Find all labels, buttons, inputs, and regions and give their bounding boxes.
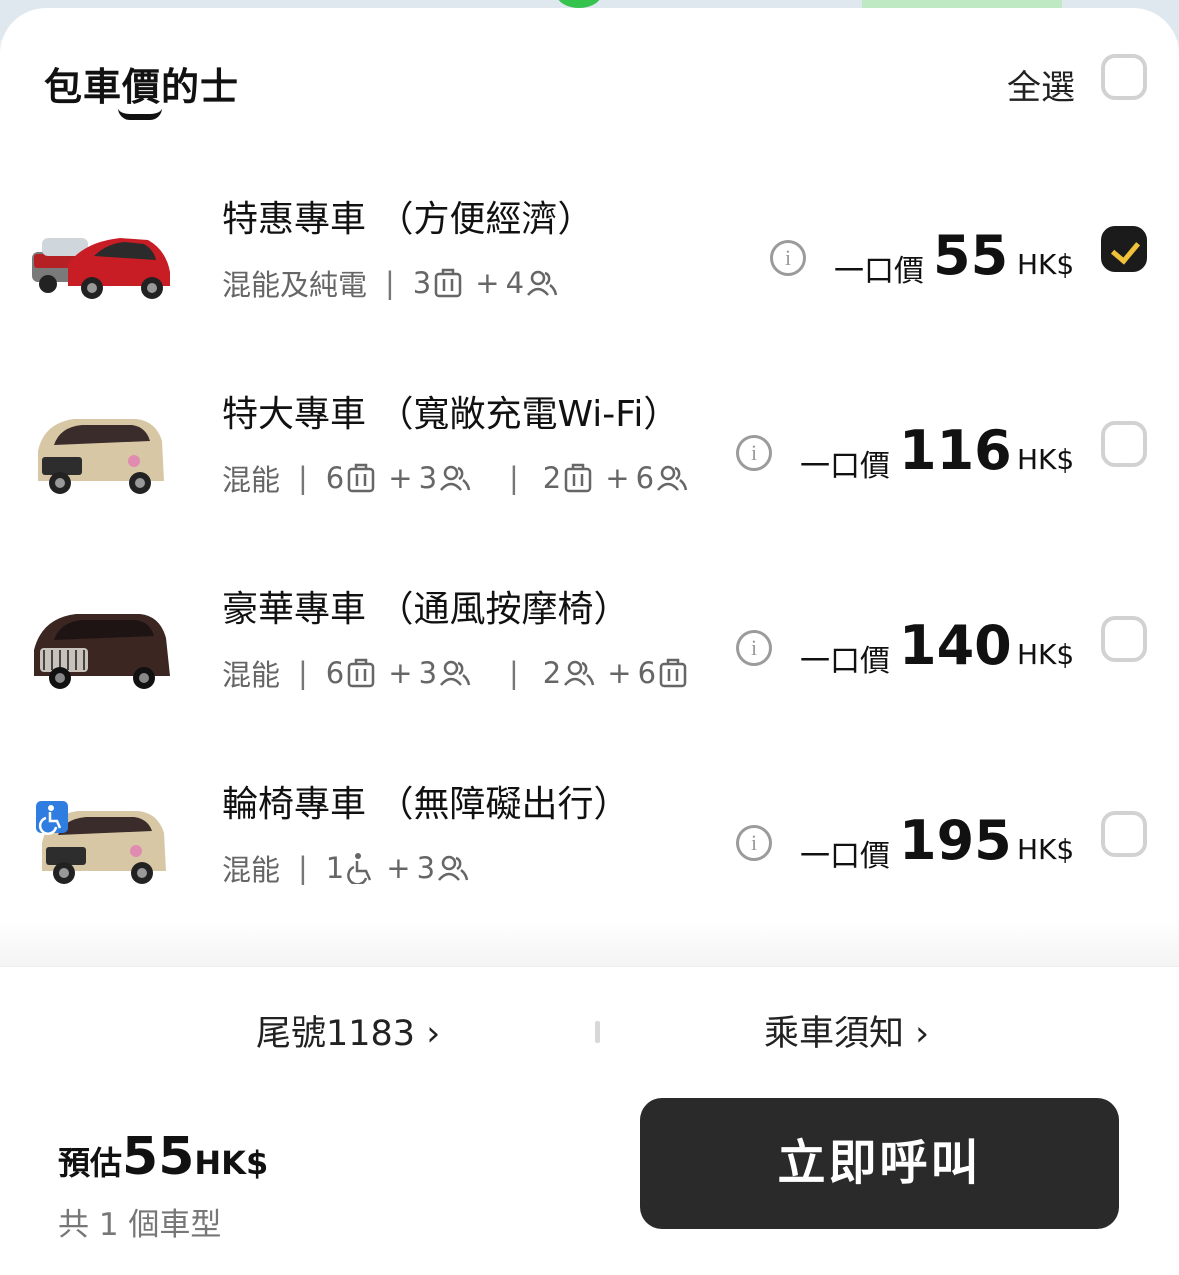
spec-divider: |: [385, 266, 395, 300]
info-icon[interactable]: i: [736, 630, 772, 666]
vehicle-row-economy[interactable]: 特惠專車 （方便經濟） 混能及純電 | 3 + 4 i 一口價 55 HK$: [0, 166, 1179, 356]
vehicle-specs: 混能 | 6 + 3 | 2 + 6: [222, 457, 690, 499]
price-value: 116: [899, 419, 1012, 482]
info-icon[interactable]: i: [770, 240, 806, 276]
power-type: 混能: [222, 853, 281, 887]
map-marker: [556, 0, 602, 8]
select-all-checkbox[interactable]: [1101, 54, 1147, 100]
passengers-icon: [527, 270, 558, 296]
luggage-icon: [348, 658, 375, 688]
estimate-value: 55: [122, 1127, 195, 1187]
vehicle-specs: 混能 | 1 + 3: [222, 847, 471, 889]
price-currency: HK$: [1017, 833, 1075, 866]
plus-sign: +: [388, 461, 413, 495]
luxury-van-image: [34, 614, 170, 689]
price-currency: HK$: [1017, 248, 1075, 281]
fare-estimate: 預估55HK$: [58, 1127, 268, 1187]
luggage-count: 3: [412, 266, 432, 300]
price-value: 140: [899, 614, 1012, 677]
spec-divider: |: [509, 461, 519, 495]
power-type: 混能: [222, 463, 281, 497]
passenger-count: 3: [418, 461, 438, 495]
vehicle-row-wheelchair[interactable]: 輪椅專車 （無障礙出行） 混能 | 1 + 3 i 一口價 195 HK$: [0, 751, 1179, 941]
spec-divider: |: [298, 851, 308, 885]
passenger-count: 3: [416, 851, 436, 885]
spec-divider: |: [298, 656, 308, 690]
selected-vehicle-count: 共 1 個車型: [58, 1207, 222, 1243]
passenger-count: 3: [418, 656, 438, 690]
passengers-icon: [564, 660, 595, 686]
vehicle-checkbox[interactable]: [1101, 421, 1147, 467]
luggage-icon: [435, 268, 462, 298]
ride-notice-link[interactable]: 乘車須知 ›: [764, 1005, 929, 1056]
plate-number-link[interactable]: 尾號1183 ›: [256, 1005, 440, 1056]
taxi-car-image: [32, 238, 170, 299]
plus-sign: +: [475, 266, 500, 300]
estimate-label: 預估: [58, 1144, 123, 1182]
vehicle-specs: 混能及純電 | 3 + 4: [222, 262, 560, 304]
luggage-icon: [659, 658, 687, 688]
price-currency: HK$: [1017, 638, 1075, 671]
call-now-button[interactable]: 立即呼叫: [640, 1098, 1119, 1229]
spec-divider: |: [298, 461, 308, 495]
vehicle-title: 特惠專車 （方便經濟）: [222, 199, 594, 240]
passengers-icon: [440, 660, 471, 686]
passengers-icon: [438, 855, 469, 881]
luggage-count-alt: 6: [637, 656, 657, 690]
luggage-count: 6: [325, 461, 345, 495]
select-all-label[interactable]: 全選: [1007, 60, 1075, 109]
price-value: 195: [899, 809, 1012, 872]
luggage-count-alt: 2: [542, 461, 562, 495]
booking-footer: 尾號1183 › 乘車須知 › 預估55HK$ 共 1 個車型 立即呼叫: [0, 966, 1179, 1275]
wheelchair-count: 1: [325, 851, 345, 885]
tab-charter-taxi[interactable]: 包車價的士: [44, 56, 239, 111]
price-label: 一口價: [834, 254, 924, 289]
price-value: 55: [933, 224, 1009, 287]
vehicle-selection-sheet: 包車價的士 全選 特惠專車 （方便經濟） 混能及純電 | 3 + 4 i 一口價: [0, 8, 1179, 1275]
price-label: 一口價: [800, 644, 890, 679]
power-type: 混能及純電: [222, 268, 368, 302]
luggage-icon: [565, 463, 592, 493]
luggage-count: 6: [325, 656, 345, 690]
power-type: 混能: [222, 658, 281, 692]
sheet-header: 包車價的士 全選: [0, 8, 1179, 138]
vehicle-row-large[interactable]: 特大專車 （寬敞充電Wi-Fi） 混能 | 6 + 3 | 2 + 6 i 一口…: [0, 361, 1179, 551]
price-label: 一口價: [800, 839, 890, 874]
wheelchair-icon: [347, 853, 372, 884]
passengers-icon: [657, 465, 688, 491]
vehicle-checkbox[interactable]: [1101, 811, 1147, 857]
info-icon[interactable]: i: [736, 825, 772, 861]
vehicle-title: 特大專車 （寬敞充電Wi-Fi）: [222, 394, 680, 435]
plus-sign: +: [388, 656, 413, 690]
active-tab-indicator: [118, 108, 162, 120]
price-currency: HK$: [1017, 443, 1075, 476]
estimate-currency: HK$: [194, 1144, 269, 1182]
passengers-icon: [440, 465, 471, 491]
vehicle-title: 輪椅專車 （無障礙出行）: [222, 784, 630, 825]
spec-divider: |: [509, 656, 519, 690]
passenger-count-alt: 6: [635, 461, 655, 495]
luggage-icon: [348, 463, 375, 493]
plus-sign: +: [605, 461, 630, 495]
info-icon[interactable]: i: [736, 435, 772, 471]
plus-sign: +: [607, 656, 632, 690]
vehicle-checkbox[interactable]: [1101, 616, 1147, 662]
footer-divider: [595, 1021, 600, 1043]
van-car-image: [38, 419, 164, 494]
price-label: 一口價: [800, 449, 890, 484]
vehicle-row-luxury[interactable]: 豪華專車 （通風按摩椅） 混能 | 6 + 3 | 2 + 6 i 一口價 14…: [0, 556, 1179, 746]
passenger-count-alt: 2: [542, 656, 562, 690]
vehicle-title: 豪華專車 （通風按摩椅）: [222, 589, 630, 630]
vehicle-specs: 混能 | 6 + 3 | 2 + 6: [222, 652, 690, 694]
passenger-count: 4: [505, 266, 525, 300]
list-fade: [0, 920, 1179, 970]
vehicle-checkbox[interactable]: [1101, 226, 1147, 272]
wheelchair-van-image: [36, 801, 166, 884]
plus-sign: +: [386, 851, 411, 885]
